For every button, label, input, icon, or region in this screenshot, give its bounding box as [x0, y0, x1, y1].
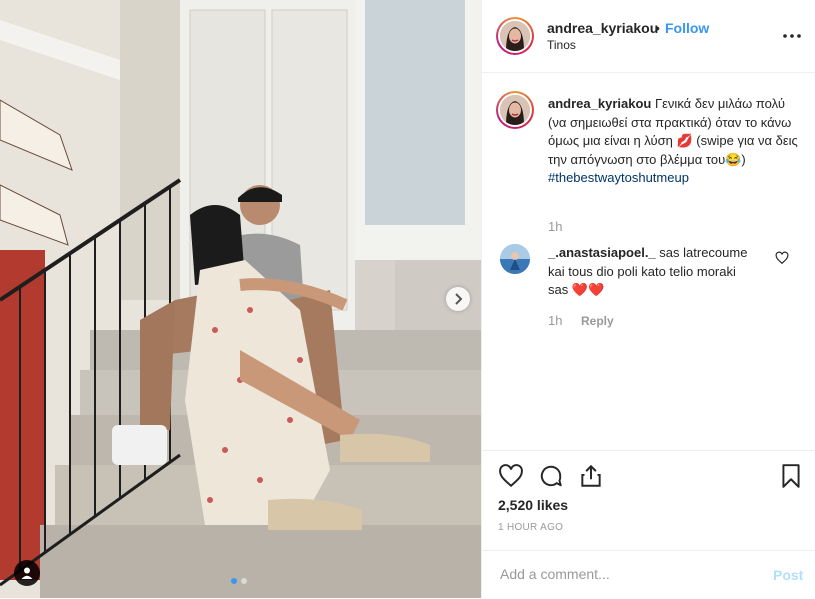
comment: _.anastasiapoel._ sas latrecoume kai tou… [548, 244, 758, 300]
share-icon[interactable] [578, 463, 604, 489]
comment-timestamp[interactable]: 1h [548, 313, 562, 328]
hearts-emoji: ❤️❤️ [571, 282, 605, 297]
avatar-photo [500, 21, 530, 51]
avatar-photo [500, 95, 530, 125]
chevron-right-icon [455, 293, 463, 305]
reply-button[interactable]: Reply [581, 314, 614, 328]
laughing-emoji: 😂 [725, 151, 742, 167]
comments-section: andrea_kyriakou Γενικά δεν μιλάω πολύ (ν… [482, 72, 815, 450]
next-photo-button[interactable] [446, 287, 470, 311]
avatar-photo [500, 244, 530, 274]
comment-like-heart-icon[interactable] [775, 251, 789, 265]
comment-input[interactable] [498, 565, 752, 583]
author-username[interactable]: andrea_kyriakou [547, 20, 658, 36]
post-comment-button[interactable]: Post [773, 567, 803, 583]
carousel-indicator [231, 578, 247, 584]
more-horizontal-icon[interactable] [780, 24, 804, 48]
location-link[interactable]: Tinos [547, 38, 576, 52]
comment-icon[interactable] [538, 463, 564, 489]
user-icon [21, 567, 33, 579]
caption-username[interactable]: andrea_kyriakou [548, 96, 651, 111]
caption-text-3: ) [741, 151, 746, 167]
hashtag-link[interactable]: #thebestwaytoshutmeup [548, 170, 689, 185]
caption: andrea_kyriakou Γενικά δεν μιλάω πολύ (ν… [548, 95, 798, 188]
tagged-users-button[interactable] [14, 560, 40, 586]
post-actions: 2,520 likes 1 HOUR AGO [482, 450, 815, 551]
commenter-avatar[interactable] [500, 244, 530, 274]
author-avatar[interactable] [496, 17, 534, 55]
caption-timestamp[interactable]: 1h [548, 219, 562, 234]
heart-icon[interactable] [498, 463, 524, 489]
caption-avatar[interactable] [496, 91, 534, 129]
post-time-ago[interactable]: 1 HOUR AGO [498, 522, 563, 533]
follow-button[interactable]: Follow [665, 20, 709, 36]
likes-count[interactable]: 2,520 likes [498, 497, 568, 513]
header-separator: • [655, 20, 660, 36]
carousel-dot [241, 578, 247, 584]
post-header: andrea_kyriakou • Follow Tinos [482, 0, 815, 73]
add-comment-bar: Post [482, 550, 815, 599]
carousel-dot-active [231, 578, 237, 584]
commenter-username[interactable]: _.anastasiapoel._ [548, 245, 656, 260]
kiss-emoji: 💋 [676, 133, 693, 148]
post-details-panel: andrea_kyriakou • Follow Tinos andrea_ky… [481, 0, 815, 598]
photo-image [0, 0, 481, 598]
bookmark-icon[interactable] [778, 463, 804, 489]
post-photo[interactable] [0, 0, 481, 598]
